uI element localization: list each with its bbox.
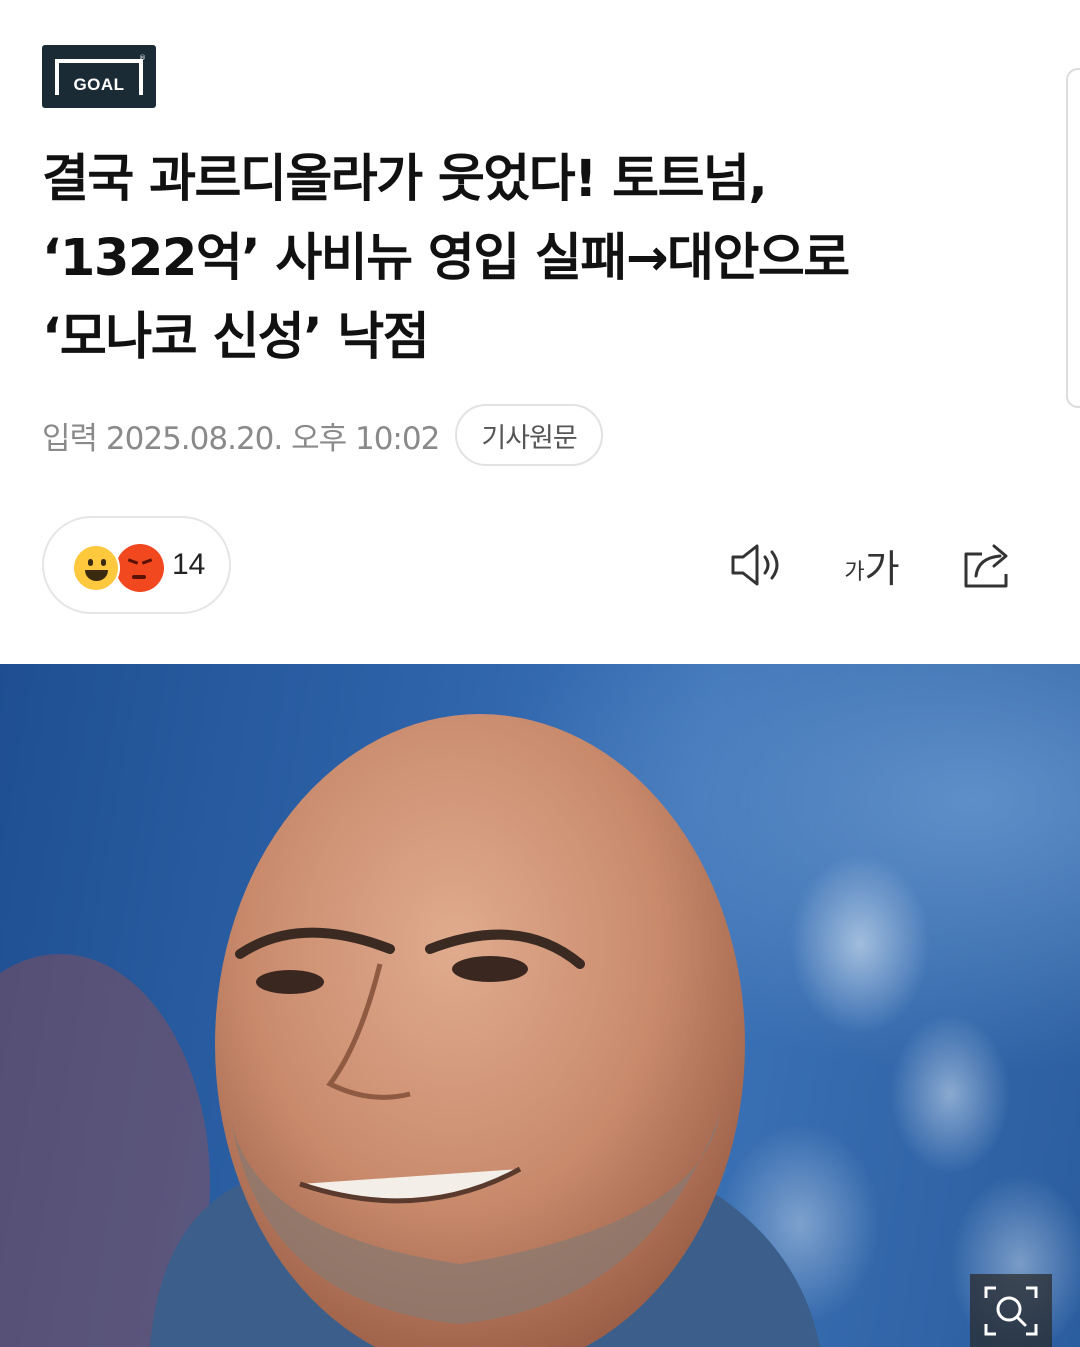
font-size-button[interactable]: 가 가 (836, 535, 908, 595)
headline-line: ‘1322억’ 사비뉴 영입 실패→대안으로 (42, 229, 850, 288)
photo-zoom-button[interactable] (970, 1274, 1052, 1347)
logo-text: GOAL (73, 75, 125, 94)
headline-line: ‘모나코 신성’ 낙점 (42, 308, 430, 367)
speaker-icon (731, 544, 779, 586)
happy-emoji-icon (72, 544, 120, 592)
zoom-icon (984, 1286, 1038, 1335)
article-page: GOAL ® 결국 과르디올라가 웃었다! 토트넘, ‘1322억’ 사비뉴 영… (0, 0, 1080, 1347)
photo-illustration (0, 714, 1080, 1347)
publish-date: 입력 2025.08.20. 오후 10:02 (42, 420, 440, 457)
share-icon (964, 544, 1008, 588)
font-size-large-label: 가 (864, 546, 900, 591)
angry-emoji-icon (116, 544, 164, 592)
side-scroll-handle[interactable] (1066, 68, 1080, 408)
share-button[interactable] (956, 535, 1020, 595)
reactions-button[interactable]: 14 (42, 516, 231, 614)
headline-line: 결국 과르디올라가 웃었다! 토트넘, (42, 150, 768, 209)
text-to-speech-button[interactable] (724, 535, 790, 595)
article-meta: 입력 2025.08.20. 오후 10:02 기사원문 (42, 404, 603, 466)
goal-logo[interactable]: GOAL ® (42, 45, 156, 108)
reaction-count: 14 (172, 548, 206, 581)
article-headline: 결국 과르디올라가 웃었다! 토트넘, ‘1322억’ 사비뉴 영입 실패→대안… (42, 140, 1032, 377)
original-article-button[interactable]: 기사원문 (455, 404, 603, 466)
font-size-small-label: 가 (844, 560, 865, 585)
article-photo[interactable] (0, 664, 1080, 1347)
registered-mark: ® (139, 54, 146, 62)
